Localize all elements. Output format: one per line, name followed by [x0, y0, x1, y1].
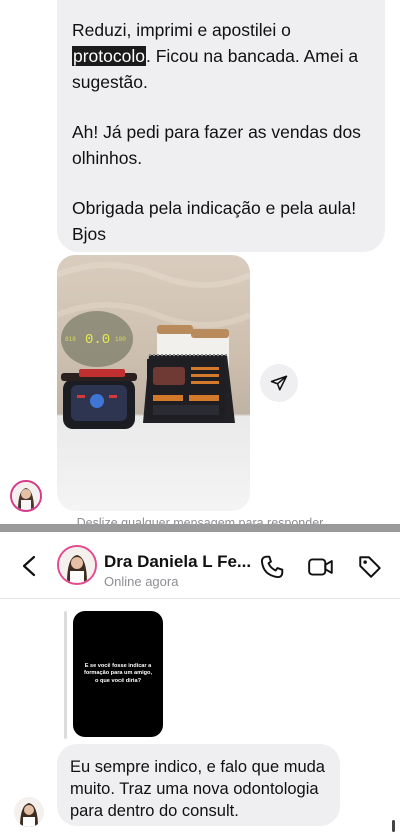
avatar[interactable] — [14, 797, 44, 827]
contact-avatar[interactable] — [57, 545, 97, 585]
message-paragraph-1: Reduzi, imprimi e apostilei o protocolo.… — [72, 20, 359, 92]
chat-header: Dra Daniela L Fe... Online agora — [0, 532, 400, 599]
svg-text:818: 818 — [65, 336, 76, 343]
photo-scene: 0.0 818 100 — [57, 262, 250, 429]
text-selection-highlight: protocolo — [72, 46, 146, 66]
video-call-button[interactable] — [307, 554, 333, 580]
avatar-photo-icon — [12, 482, 40, 510]
screenshot-divider — [0, 524, 400, 532]
scrollbar[interactable] — [392, 820, 395, 832]
shared-photo[interactable]: 0.0 818 100 — [57, 255, 250, 511]
share-button[interactable] — [260, 364, 298, 402]
avatar[interactable] — [10, 480, 42, 512]
svg-text:0.0: 0.0 — [85, 332, 110, 348]
message-text: Eu sempre indico, e falo que muda muito.… — [70, 758, 325, 820]
avatar-photo-icon — [14, 797, 44, 827]
message-paragraph-3: Obrigada pela indicação e pela aula! Bjo… — [72, 198, 357, 244]
story-text: E se você fosse indicar a formação para … — [83, 662, 153, 684]
story-preview[interactable]: E se você fosse indicar a formação para … — [73, 611, 163, 737]
svg-text:100: 100 — [115, 336, 126, 343]
back-button[interactable] — [18, 554, 42, 578]
message-bubble-received[interactable]: Eu sempre indico, e falo que muda muito.… — [57, 744, 340, 826]
back-chevron-icon — [22, 555, 36, 577]
video-camera-icon — [308, 558, 333, 576]
tag-icon — [359, 556, 381, 578]
contact-status: Online agora — [104, 574, 179, 589]
message-bubble-received[interactable]: Reduzi, imprimi e apostilei o protocolo.… — [57, 0, 385, 252]
avatar-photo-icon — [59, 547, 95, 583]
voice-call-button[interactable] — [259, 554, 285, 580]
reply-indicator-line — [64, 611, 67, 739]
tag-button[interactable] — [357, 554, 383, 580]
message-paragraph-2: Ah! Já pedi para fazer as vendas dos olh… — [72, 122, 361, 168]
share-paper-plane-icon — [270, 375, 288, 391]
contact-name[interactable]: Dra Daniela L Fe... — [104, 552, 251, 572]
phone-icon — [260, 555, 284, 579]
